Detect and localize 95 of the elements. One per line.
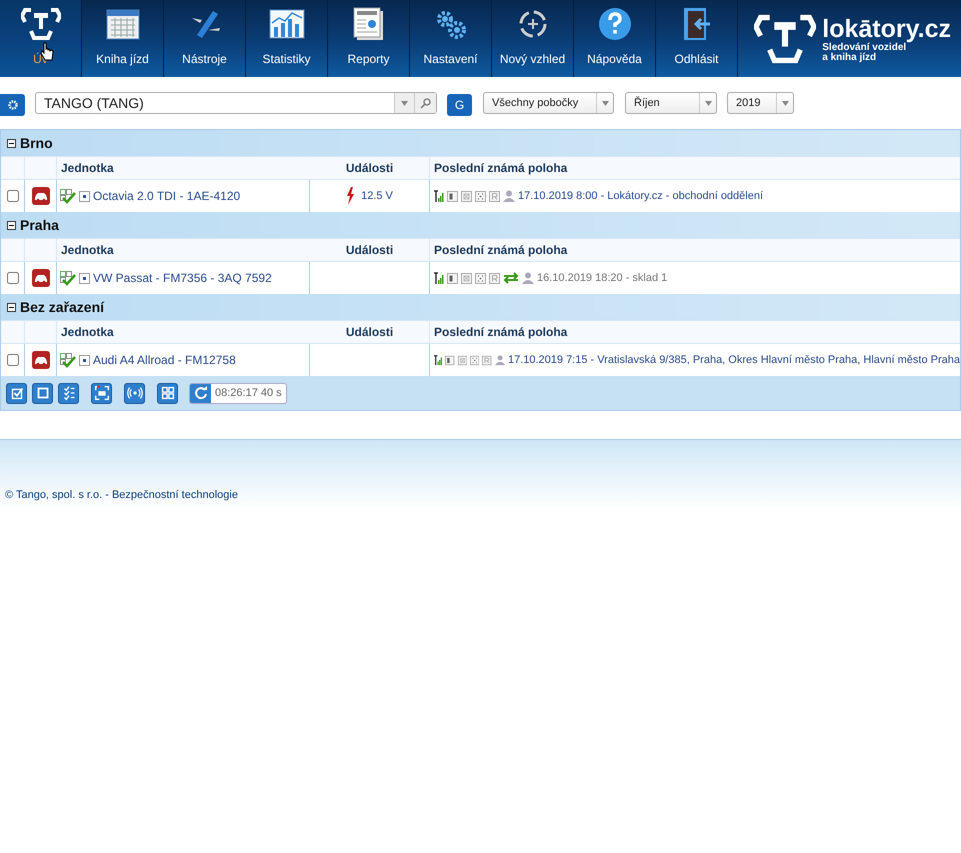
help-icon [598,7,632,41]
envelope-icon [458,354,468,366]
footer-text: © Tango, spol. s r.o. - Bezpečnostní technologie [5,488,238,502]
panel-icon [447,272,458,284]
status-check-icon [60,352,76,368]
r-letter-icon [482,354,492,366]
checklist-button[interactable] [58,382,79,404]
column-header: Poslední známá poloha [433,160,568,177]
signal-waves-button[interactable] [124,382,145,404]
small-square-icon [79,272,90,284]
r-letter-icon [489,272,500,284]
unit-link[interactable]: Audi A4 Allroad - FM12758 [93,351,236,369]
person-icon [494,354,505,366]
dropdown-caret-icon [401,100,408,106]
bar-chart-icon [268,9,304,39]
t-logo-icon [20,7,60,41]
collapse-icon [7,220,16,230]
column-header: Jednotka [60,242,115,259]
collapse-icon [7,138,16,148]
status-check-icon [60,188,76,204]
grid-button[interactable] [157,382,178,404]
check-all-button[interactable] [6,382,27,404]
nav-item[interactable]: Kniha jízd [82,0,164,77]
group-title: Praha [20,216,59,234]
nav-item[interactable]: Nastavení [410,0,492,77]
year-select[interactable]: 2019 [727,92,794,114]
refresh-icon [194,386,208,400]
logo-tagline: Sledování vozidel [822,42,906,52]
gear-icon [8,100,18,110]
column-header: Události [310,321,430,343]
signal-icon [434,354,442,366]
refresh-timer[interactable]: 08:26:17 40 s [189,382,287,404]
nav-item[interactable]: Nápověda [574,0,656,77]
row-checkbox[interactable] [6,190,18,202]
t-logo-icon [754,12,816,64]
car-frame-button[interactable] [91,382,112,404]
lightning-icon [346,187,356,205]
unit-link[interactable]: Octavia 2.0 TDI - 1AE-4120 [93,187,240,205]
dropdown-caret-icon [602,100,608,106]
crosshair-icon [516,8,548,40]
focus-icon [475,272,486,284]
small-square-icon [79,354,90,366]
row-checkbox[interactable] [6,272,18,284]
exit-door-icon [682,7,712,41]
person-icon [503,190,515,202]
r-letter-icon [489,190,500,202]
small-square-icon [79,190,90,202]
column-header: Jednotka [60,324,115,341]
search-icon [420,98,431,108]
unit-link[interactable]: VW Passat - FM7356 - 3AQ 7592 [93,269,272,287]
column-header: Poslední známá poloha [433,324,568,341]
logo-wordmark: lokātory.cz [822,14,951,42]
person-icon [522,272,534,284]
focus-icon [475,190,486,202]
envelope-icon [461,190,472,202]
status-check-icon [60,270,76,286]
car-icon [32,187,50,205]
location-text: 17.10.2019 7:15 - Vratislavská 9/385, Praha, Okres Hlavní město Praha, Hlavní město Praha [508,352,960,368]
month-select[interactable]: Říjen [625,92,717,114]
nav-item[interactable]: Reporty [328,0,410,77]
column-header: Události [310,157,430,179]
nav-item[interactable]: Statistiky [246,0,328,77]
group-title: Brno [20,134,53,152]
calendar-icon [106,8,140,40]
dropdown-caret-icon [704,100,712,106]
nav-item[interactable]: Odhlásit [656,0,738,77]
column-header: Události [310,239,430,261]
location-text: 16.10.2019 18:20 - sklad 1 [537,270,668,286]
car-frame-icon [92,384,110,402]
panel-icon [447,190,458,202]
square-button[interactable] [32,382,53,404]
dropdown-caret-icon [782,100,788,106]
g-button[interactable]: G [447,94,472,116]
transfer-arrows-icon [503,272,519,284]
signal-icon [434,190,444,202]
panel-icon [445,354,455,366]
envelope-icon [461,272,472,284]
nav-item[interactable]: Nový vzhled [492,0,574,77]
car-icon [32,269,50,287]
group-title: Bez zařazení [20,298,104,316]
nav-item[interactable]: Nástroje [164,0,246,77]
logo-tagline: a kniha jízd [822,52,878,62]
collapse-icon [7,302,16,312]
report-document-icon [352,7,384,41]
location-text: 17.10.2019 8:00 - Lokátory.cz - obchodní oddělení [518,188,764,204]
car-icon [32,351,50,369]
event-text: 12.5 V [361,188,393,204]
signal-icon [434,272,444,284]
focus-icon [470,354,480,366]
row-checkbox[interactable] [6,354,18,366]
column-header: Poslední známá poloha [433,242,568,259]
branch-select[interactable]: Všechny pobočky [483,92,614,114]
settings-button[interactable] [0,94,25,116]
unit-combobox[interactable]: TANGO (TANG) [35,92,437,114]
column-header: Jednotka [60,160,115,177]
